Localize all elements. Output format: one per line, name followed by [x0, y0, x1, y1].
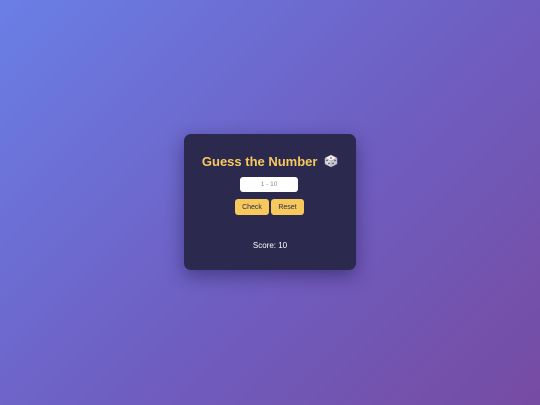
game-title: Guess the Number — [201, 154, 318, 169]
score-value: 10 — [278, 241, 288, 250]
game-card: Guess the Number Check Reset Score: 10 — [184, 134, 356, 270]
score-display: Score: 10 — [184, 241, 356, 250]
dice-icon — [324, 154, 338, 171]
page-background: { "game": { "title": "Guess the Number",… — [0, 0, 540, 405]
game-title-row: Guess the Number — [184, 154, 356, 171]
check-button[interactable]: Check — [235, 199, 269, 215]
guess-input[interactable] — [240, 177, 298, 192]
score-label: Score: — [252, 241, 279, 250]
reset-button[interactable]: Reset — [271, 199, 304, 215]
